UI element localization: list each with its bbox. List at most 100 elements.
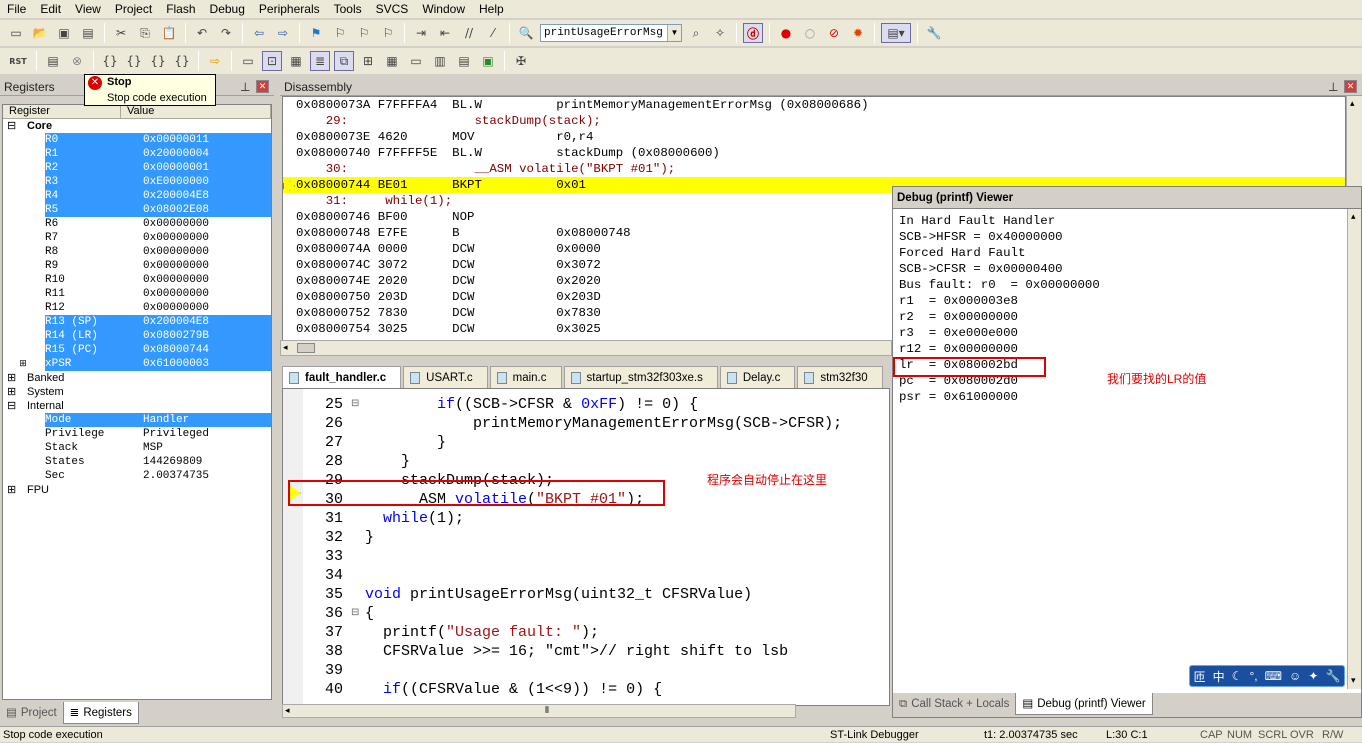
ime-toolbar[interactable]: 匝中 ☾ °, ⌨ ☺ ✦ 🔧: [1189, 665, 1345, 687]
uncomment-icon[interactable]: ⁄: [483, 23, 503, 43]
analysis-window-icon[interactable]: ▥: [430, 51, 450, 71]
symbols-window-icon[interactable]: ▦: [286, 51, 306, 71]
group-core[interactable]: ⊟ Core: [3, 119, 271, 133]
tab-call-stack[interactable]: ⧉ Call Stack + Locals: [893, 693, 1015, 715]
register-row[interactable]: States 144269809: [3, 455, 271, 469]
save-icon[interactable]: ▣: [54, 23, 74, 43]
group-internal[interactable]: ⊟ Internal: [3, 399, 271, 413]
register-value[interactable]: 144269809: [143, 455, 271, 469]
code-line[interactable]: 40 if((CFSRValue & (1<<9)) != 0) {: [283, 680, 889, 699]
register-row[interactable]: R15 (PC) 0x08000744: [3, 343, 271, 357]
register-row[interactable]: Mode Handler: [3, 413, 271, 427]
menu-view[interactable]: View: [68, 0, 108, 18]
fold-marker[interactable]: [351, 509, 365, 528]
paste-icon[interactable]: 📋: [159, 23, 179, 43]
menu-debug[interactable]: Debug: [203, 0, 252, 18]
toolbox-icon[interactable]: ✠: [511, 51, 531, 71]
code-line[interactable]: 25 ⊟ if((SCB->CFSR & 0xFF) != 0) {: [283, 395, 889, 414]
group-fpu[interactable]: ⊞ FPU: [3, 483, 271, 497]
register-row[interactable]: R3 0xE0000000: [3, 175, 271, 189]
fold-marker[interactable]: [351, 661, 365, 680]
tab-printf-viewer[interactable]: ▤ Debug (printf) Viewer: [1015, 693, 1153, 715]
fold-marker[interactable]: ⊟: [351, 395, 365, 414]
register-row[interactable]: R9 0x00000000: [3, 259, 271, 273]
code-line[interactable]: 28 }: [283, 452, 889, 471]
function-combo[interactable]: printUsageErrorMsg ▼: [540, 24, 682, 42]
breakpoint-disable-all-icon[interactable]: ⊘: [824, 23, 844, 43]
pin-icon[interactable]: ⊥: [1328, 78, 1338, 96]
settings-icon[interactable]: 🔧: [1325, 669, 1340, 683]
menu-window[interactable]: Window: [415, 0, 472, 18]
cut-icon[interactable]: ✂: [111, 23, 131, 43]
register-value[interactable]: 0x00000000: [143, 259, 271, 273]
breakpoint-kill-all-icon[interactable]: ✹: [848, 23, 868, 43]
debug-session-icon[interactable]: ⓓ: [743, 23, 763, 43]
menu-tools[interactable]: Tools: [327, 0, 369, 18]
chevron-down-icon[interactable]: ▼: [667, 25, 681, 41]
ime-lang-icon[interactable]: 中: [1213, 668, 1225, 685]
tab-file[interactable]: Delay.c: [719, 366, 796, 388]
fold-marker[interactable]: [351, 680, 365, 699]
system-viewer-icon[interactable]: ▣: [478, 51, 498, 71]
register-row[interactable]: R4 0x200004E8: [3, 189, 271, 203]
memory-window-icon[interactable]: ▦: [382, 51, 402, 71]
register-value[interactable]: 0x00000000: [143, 301, 271, 315]
scroll-left-icon[interactable]: ◂: [283, 342, 288, 353]
scroll-thumb[interactable]: [297, 343, 315, 353]
register-row[interactable]: R2 0x00000001: [3, 161, 271, 175]
menu-flash[interactable]: Flash: [159, 0, 202, 18]
bookmark-icon[interactable]: ⚑: [306, 23, 326, 43]
scroll-up-icon[interactable]: ▴: [1350, 98, 1355, 109]
register-value[interactable]: MSP: [143, 441, 271, 455]
close-icon[interactable]: ✕: [1344, 80, 1357, 93]
menu-edit[interactable]: Edit: [33, 0, 68, 18]
register-value[interactable]: 0x00000011: [143, 133, 271, 147]
wrench-icon[interactable]: 🔧: [924, 23, 944, 43]
register-value[interactable]: 0x00000001: [143, 161, 271, 175]
register-row[interactable]: R5 0x08002E08: [3, 203, 271, 217]
register-value[interactable]: Privileged: [143, 427, 271, 441]
bookmark-prev-icon[interactable]: ⚐: [330, 23, 350, 43]
register-row[interactable]: R14 (LR) 0x0800279B: [3, 329, 271, 343]
register-value[interactable]: 0x00000000: [143, 217, 271, 231]
register-value[interactable]: 0x00000000: [143, 287, 271, 301]
command-window-icon[interactable]: ▭: [238, 51, 258, 71]
register-value[interactable]: 0x08000744: [143, 343, 271, 357]
window-layout-icon[interactable]: ▤▾: [881, 23, 911, 43]
undo-icon[interactable]: ↶: [192, 23, 212, 43]
col-value[interactable]: Value: [121, 105, 271, 118]
ime-logo-icon[interactable]: 匝: [1194, 668, 1206, 685]
fold-marker[interactable]: [351, 414, 365, 433]
code-line[interactable]: 39: [283, 661, 889, 680]
menu-file[interactable]: File: [0, 0, 33, 18]
configure-icon[interactable]: ✧: [710, 23, 730, 43]
register-row[interactable]: R0 0x00000011: [3, 133, 271, 147]
code-line[interactable]: 31 while(1);: [283, 509, 889, 528]
fold-marker[interactable]: ⊟: [351, 604, 365, 623]
unindent-icon[interactable]: ⇤: [435, 23, 455, 43]
group-banked[interactable]: ⊞ Banked: [3, 371, 271, 385]
breakpoint-disable-icon[interactable]: ○: [800, 23, 820, 43]
fold-marker[interactable]: [351, 452, 365, 471]
bookmark-clear-icon[interactable]: ⚐: [378, 23, 398, 43]
register-value[interactable]: 0x200004E8: [143, 315, 271, 329]
copy-icon[interactable]: ⎘: [135, 23, 155, 43]
new-file-icon[interactable]: ▭: [6, 23, 26, 43]
open-folder-icon[interactable]: 📂: [30, 23, 50, 43]
watch-window-icon[interactable]: ⊞: [358, 51, 378, 71]
disasm-line[interactable]: 0x0800073E 4620 MOV r0,r4: [283, 129, 1345, 145]
register-value[interactable]: 0x200004E8: [143, 189, 271, 203]
user-icon[interactable]: ☺: [1289, 669, 1301, 683]
fold-marker[interactable]: [351, 528, 365, 547]
breakpoint-icon[interactable]: ●: [776, 23, 796, 43]
disassembly-window-icon[interactable]: ⊡: [262, 51, 282, 71]
register-row[interactable]: Stack MSP: [3, 441, 271, 455]
register-row[interactable]: R11 0x00000000: [3, 287, 271, 301]
fold-marker[interactable]: [351, 566, 365, 585]
disasm-source-line[interactable]: 29: stackDump(stack);: [283, 113, 1345, 129]
register-value[interactable]: 0x00000000: [143, 273, 271, 287]
register-value[interactable]: 0x00000000: [143, 245, 271, 259]
disassembly-hscrollbar[interactable]: ◂: [280, 340, 892, 356]
call-stack-window-icon[interactable]: ⧉: [334, 51, 354, 71]
step-into-icon[interactable]: {}: [100, 51, 120, 71]
